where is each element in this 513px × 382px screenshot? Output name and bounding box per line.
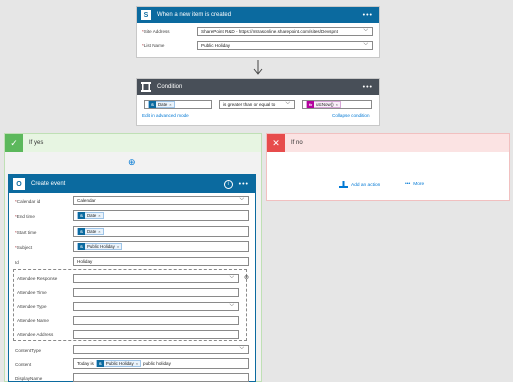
site-address-field[interactable]: SharePoint R&D - https://mtrasonline.sha…: [197, 27, 373, 36]
condition-header[interactable]: Condition •••: [137, 79, 379, 95]
if-yes-header[interactable]: ✓ If yes: [5, 134, 261, 152]
calendar-id-field[interactable]: Calendar: [73, 196, 249, 205]
attendee-response-label: Attendee Response: [17, 276, 58, 281]
date-token[interactable]: S Date ×: [77, 228, 104, 235]
remove-token-icon[interactable]: ×: [117, 244, 119, 249]
sharepoint-token-icon: S: [78, 212, 85, 219]
condition-menu-icon[interactable]: •••: [363, 84, 373, 91]
info-icon[interactable]: i: [223, 179, 233, 189]
attendee-type-field[interactable]: [73, 302, 239, 311]
if-yes-title: If yes: [29, 140, 44, 146]
attendee-address-field[interactable]: [73, 330, 239, 339]
attendee-name-field[interactable]: [73, 316, 239, 325]
if-no-branch: ✕ If no Add an action ••• More: [266, 133, 510, 201]
sharepoint-token-icon: S: [149, 101, 156, 108]
condition-card[interactable]: Condition ••• S Date × is greater than o…: [136, 78, 380, 126]
attendee-time-field[interactable]: [73, 288, 239, 297]
attendee-name-label: Attendee Name: [17, 318, 49, 323]
id-label: Id: [15, 260, 19, 265]
condition-title: Condition: [157, 84, 183, 90]
function-icon: fx: [307, 101, 314, 108]
create-event-menu-icon[interactable]: •••: [239, 181, 249, 188]
condition-icon: [141, 82, 151, 92]
more-button[interactable]: ••• More: [405, 181, 424, 187]
trigger-header[interactable]: S When a new item is created •••: [137, 7, 379, 23]
id-field[interactable]: Holiday: [73, 257, 249, 266]
condition-right-operand[interactable]: fx utcNow() ×: [302, 100, 372, 109]
sharepoint-token-icon: S: [78, 243, 85, 250]
create-event-title: Create event: [31, 181, 66, 187]
remove-token-icon[interactable]: ×: [98, 213, 100, 218]
create-event-header[interactable]: O Create event i •••: [9, 175, 255, 193]
outlook-icon: O: [13, 178, 25, 190]
public-holiday-token[interactable]: S Public Holiday ×: [77, 243, 123, 250]
public-holiday-token[interactable]: S Public Holiday ×: [95, 360, 142, 367]
sharepoint-icon: S: [141, 10, 151, 20]
list-name-field[interactable]: Public Holiday: [197, 41, 373, 50]
attendees-group: Attendee Response ⊗ Attendee Time Attend…: [13, 269, 249, 341]
attendee-time-label: Attendee Time: [17, 290, 47, 295]
start-time-label: *Start time: [15, 230, 37, 235]
calendar-id-label: *Calendar id: [15, 199, 41, 204]
remove-item-icon[interactable]: ⊗: [244, 274, 249, 281]
attendee-address-label: Attendee Address: [17, 332, 54, 337]
start-time-field[interactable]: S Date ×: [73, 226, 249, 237]
remove-token-icon[interactable]: ×: [336, 102, 338, 107]
remove-token-icon[interactable]: ×: [136, 361, 138, 366]
more-dots-icon: •••: [405, 181, 411, 187]
x-icon: ✕: [267, 134, 285, 152]
condition-operator[interactable]: is greater than or equal to: [219, 100, 295, 109]
add-action-icon: [339, 181, 348, 188]
display-name-label: DisplayName: [15, 376, 43, 381]
attendee-type-label: Attendee Type: [17, 304, 47, 309]
content-type-label: ContentType: [15, 348, 42, 353]
add-step-icon[interactable]: ⊕: [128, 157, 136, 168]
end-time-field[interactable]: S Date ×: [73, 210, 249, 221]
end-time-label: *End time: [15, 214, 35, 219]
remove-token-icon[interactable]: ×: [169, 102, 171, 107]
subject-label: *Subject: [15, 245, 33, 250]
flow-arrow-icon: [253, 60, 263, 75]
remove-token-icon[interactable]: ×: [98, 229, 100, 234]
if-no-header[interactable]: ✕ If no: [267, 134, 509, 152]
sharepoint-token-icon: S: [78, 228, 85, 235]
condition-left-operand[interactable]: S Date ×: [144, 100, 212, 109]
edit-advanced-mode-link[interactable]: Edit in advanced mode: [142, 113, 189, 118]
collapse-condition-link[interactable]: Collapse condition: [332, 113, 370, 118]
date-token[interactable]: S Date ×: [148, 101, 175, 108]
create-event-card[interactable]: O Create event i ••• *Calendar id Calend…: [8, 174, 256, 382]
sharepoint-token-icon: S: [96, 360, 104, 367]
display-name-field[interactable]: [73, 373, 249, 382]
site-address-label: *Site Address: [142, 29, 170, 34]
utcnow-token[interactable]: fx utcNow() ×: [306, 101, 341, 108]
trigger-card[interactable]: S When a new item is created ••• *Site A…: [136, 6, 380, 58]
trigger-title: When a new item is created: [157, 12, 232, 18]
list-name-label: *List Name: [142, 43, 165, 48]
if-no-title: If no: [291, 140, 303, 146]
trigger-menu-icon[interactable]: •••: [363, 12, 373, 19]
subject-field[interactable]: S Public Holiday ×: [73, 241, 249, 252]
check-icon: ✓: [5, 134, 23, 152]
attendee-response-field[interactable]: [73, 274, 239, 283]
content-field[interactable]: Today is S Public Holiday × public holid…: [73, 358, 249, 369]
content-type-field[interactable]: [73, 345, 249, 354]
date-token[interactable]: S Date ×: [77, 212, 104, 219]
add-action-button[interactable]: Add an action: [339, 181, 380, 189]
content-label: Content: [15, 362, 32, 367]
